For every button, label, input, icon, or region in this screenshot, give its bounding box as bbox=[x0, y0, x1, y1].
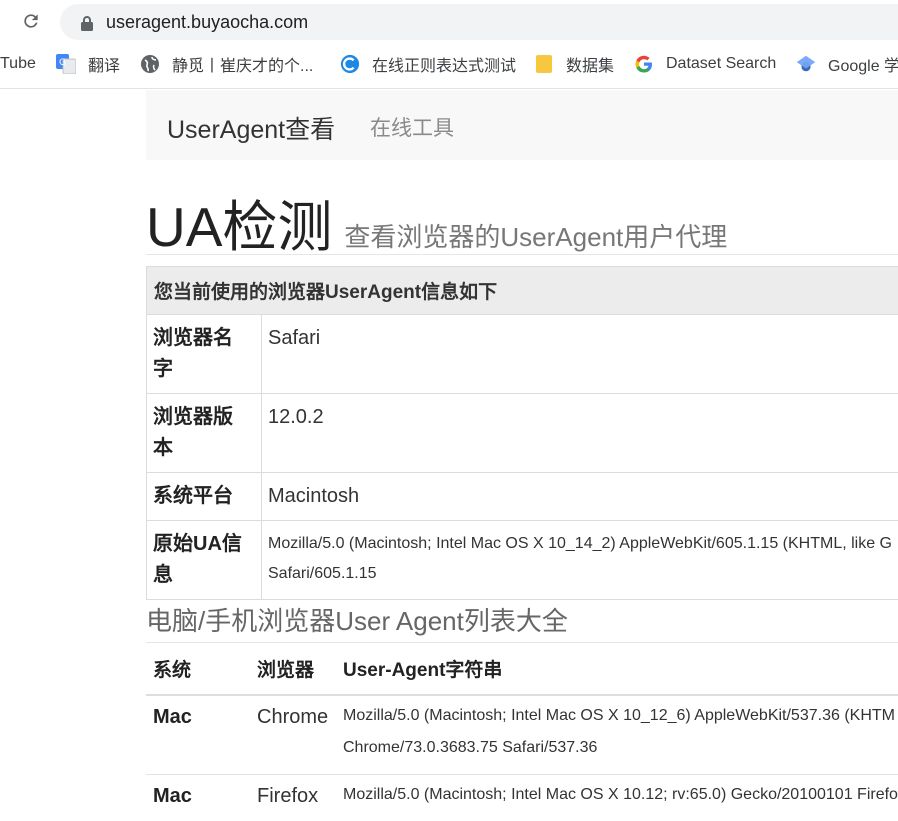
address-bar[interactable]: useragent.buyaocha.com bbox=[60, 4, 898, 40]
bookmark-label: Google 学 bbox=[828, 52, 898, 76]
navbar-brand-link[interactable]: UserAgent查看 bbox=[167, 110, 335, 146]
heading-divider bbox=[146, 254, 898, 255]
browser-chrome: useragent.buyaocha.com Tube G 翻译 静觅丨崔庆才的… bbox=[0, 0, 898, 89]
column-header-ua: User-Agent字符串 bbox=[336, 643, 898, 696]
table-row: Mac Chrome Mozilla/5.0 (Macintosh; Intel… bbox=[146, 695, 898, 775]
table-row: 原始UA信息 Mozilla/5.0 (Macintosh; Intel Mac… bbox=[147, 521, 898, 600]
bookmark-label: Dataset Search bbox=[666, 55, 776, 73]
table-row: 系统平台 Macintosh bbox=[147, 473, 898, 521]
raw-ua-value: Mozilla/5.0 (Macintosh; Intel Mac OS X 1… bbox=[262, 521, 898, 600]
ua-info-table: 您当前使用的浏览器UserAgent信息如下 浏览器名字 Safari 浏览器版… bbox=[146, 266, 898, 600]
row-key: 系统平台 bbox=[147, 473, 262, 521]
site-navbar: UserAgent查看 在线工具 bbox=[146, 90, 898, 160]
bookmark-youtube[interactable]: Tube bbox=[0, 44, 36, 84]
reload-icon bbox=[21, 11, 41, 31]
lock-icon bbox=[80, 15, 94, 31]
globe-icon bbox=[140, 54, 160, 74]
platform-value: Macintosh bbox=[262, 473, 898, 521]
ua-cell: Mozilla/5.0 (Macintosh; Intel Mac OS X 1… bbox=[336, 695, 898, 775]
reload-button[interactable] bbox=[20, 10, 42, 32]
bookmark-label: 数据集 bbox=[566, 52, 614, 76]
ua-list-table: 系统 浏览器 User-Agent字符串 Mac Chrome Mozilla/… bbox=[146, 642, 898, 821]
bookmark-jingmi[interactable]: 静觅丨崔庆才的个... bbox=[140, 44, 313, 84]
bookmark-regex[interactable]: 在线正则表达式测试 bbox=[340, 44, 516, 84]
table-header-row: 系统 浏览器 User-Agent字符串 bbox=[146, 643, 898, 696]
page-title: UA检测 bbox=[146, 196, 332, 258]
row-key: 浏览器版本 bbox=[147, 394, 262, 473]
bookmark-datasets-folder[interactable]: 数据集 bbox=[534, 44, 614, 84]
bookmark-label: 静觅丨崔庆才的个... bbox=[172, 52, 313, 76]
google-g-icon bbox=[634, 54, 654, 74]
bookmark-label: 翻译 bbox=[88, 52, 120, 76]
browser-cell: Chrome bbox=[250, 695, 336, 775]
bookmarks-bar: Tube G 翻译 静觅丨崔庆才的个... 在线正则表达式测试 数据集 bbox=[0, 44, 898, 84]
row-key: 原始UA信息 bbox=[147, 521, 262, 600]
table-row: 浏览器版本 12.0.2 bbox=[147, 394, 898, 473]
column-header-os: 系统 bbox=[146, 643, 250, 696]
nav-link-online-tools[interactable]: 在线工具 bbox=[370, 112, 454, 142]
os-cell: Mac bbox=[146, 695, 250, 775]
google-translate-icon: G bbox=[56, 54, 76, 74]
bookmark-label: Tube bbox=[0, 55, 36, 73]
table-row: 浏览器名字 Safari bbox=[147, 315, 898, 394]
folder-icon bbox=[534, 54, 554, 74]
google-scholar-icon bbox=[796, 54, 816, 74]
regex-site-icon bbox=[340, 54, 360, 74]
bookmark-dataset-search[interactable]: Dataset Search bbox=[634, 44, 776, 84]
row-key: 浏览器名字 bbox=[147, 315, 262, 394]
bookmark-google-scholar[interactable]: Google 学 bbox=[796, 44, 898, 84]
svg-text:G: G bbox=[59, 58, 66, 68]
page-subtitle: 查看浏览器的UserAgent用户代理 bbox=[344, 222, 727, 252]
page-heading: UA检测查看浏览器的UserAgent用户代理 bbox=[146, 182, 727, 262]
url-text: useragent.buyaocha.com bbox=[106, 12, 308, 33]
browser-version-value: 12.0.2 bbox=[262, 394, 898, 473]
browser-name-value: Safari bbox=[262, 315, 898, 394]
bookmark-translate[interactable]: G 翻译 bbox=[56, 44, 120, 84]
column-header-browser: 浏览器 bbox=[250, 643, 336, 696]
table-caption-row: 您当前使用的浏览器UserAgent信息如下 bbox=[147, 267, 898, 315]
table-caption: 您当前使用的浏览器UserAgent信息如下 bbox=[147, 267, 898, 315]
ua-list-heading: 电脑/手机浏览器User Agent列表大全 bbox=[146, 601, 568, 638]
bookmark-label: 在线正则表达式测试 bbox=[372, 52, 516, 76]
